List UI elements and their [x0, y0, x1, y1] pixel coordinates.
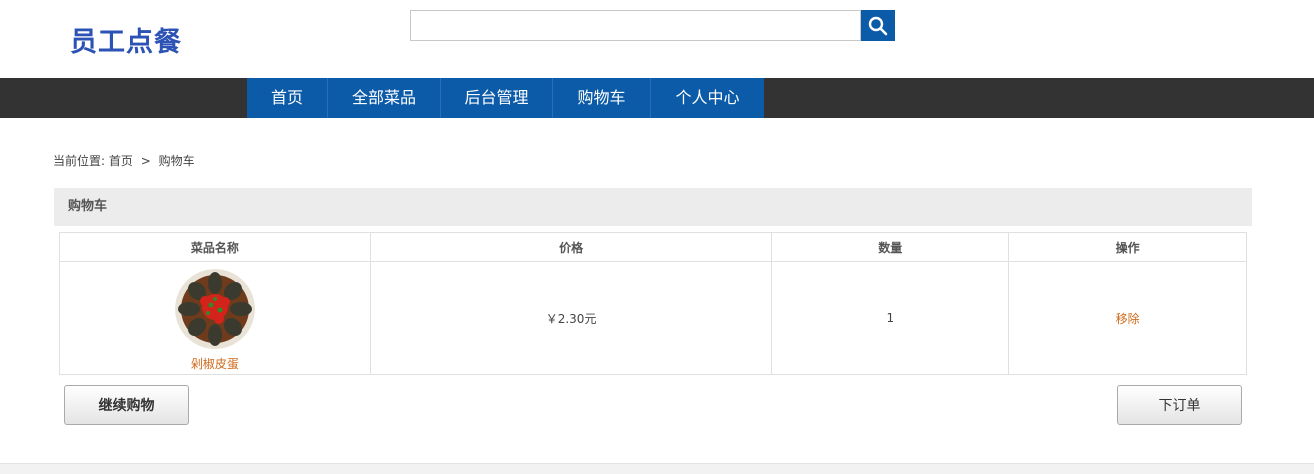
search-input[interactable] [410, 10, 861, 41]
search-icon [868, 16, 888, 35]
nav-item-all-dishes[interactable]: 全部菜品 [328, 78, 441, 118]
quantity-cell: 1 [771, 261, 1010, 375]
cart-panel-title: 购物车 [54, 188, 1252, 226]
nav-menu: 首页 全部菜品 后台管理 购物车 个人中心 [247, 78, 764, 118]
column-header-price: 价格 [369, 232, 773, 262]
table-row: 剁椒皮蛋 ￥2.30元 1 移除 [59, 261, 1247, 375]
action-cell: 移除 [1008, 261, 1247, 375]
cart-table: 菜品名称 价格 数量 操作 剁椒皮蛋 ￥2.30元 1 移除 [59, 232, 1247, 375]
breadcrumb-current: 购物车 [158, 154, 195, 168]
nav-item-profile[interactable]: 个人中心 [651, 78, 764, 118]
search-button[interactable] [861, 10, 895, 41]
continue-shopping-button[interactable]: 继续购物 [64, 385, 189, 425]
place-order-button[interactable]: 下订单 [1117, 385, 1242, 425]
table-header-row: 菜品名称 价格 数量 操作 [59, 232, 1247, 262]
breadcrumb-prefix: 当前位置: [53, 154, 106, 168]
remove-button[interactable]: 移除 [1116, 312, 1140, 326]
nav-item-admin[interactable]: 后台管理 [441, 78, 553, 118]
breadcrumb-home-link[interactable]: 首页 [109, 154, 133, 168]
breadcrumb: 当前位置: 首页 > 购物车 [53, 152, 195, 169]
column-header-action: 操作 [1008, 232, 1247, 262]
site-logo[interactable]: 员工点餐 [70, 20, 182, 59]
dish-cell: 剁椒皮蛋 [59, 261, 371, 375]
dish-name-link[interactable]: 剁椒皮蛋 [191, 355, 239, 372]
column-header-quantity: 数量 [771, 232, 1010, 262]
footer-divider [0, 463, 1314, 474]
dish-image[interactable] [174, 268, 255, 349]
breadcrumb-separator: > [140, 154, 151, 168]
header: 员工点餐 [0, 0, 1314, 78]
column-header-dish-name: 菜品名称 [59, 232, 371, 262]
main-navbar: 首页 全部菜品 后台管理 购物车 个人中心 [0, 78, 1314, 118]
nav-item-cart[interactable]: 购物车 [553, 78, 651, 118]
nav-item-home[interactable]: 首页 [247, 78, 328, 118]
price-cell: ￥2.30元 [369, 261, 773, 375]
